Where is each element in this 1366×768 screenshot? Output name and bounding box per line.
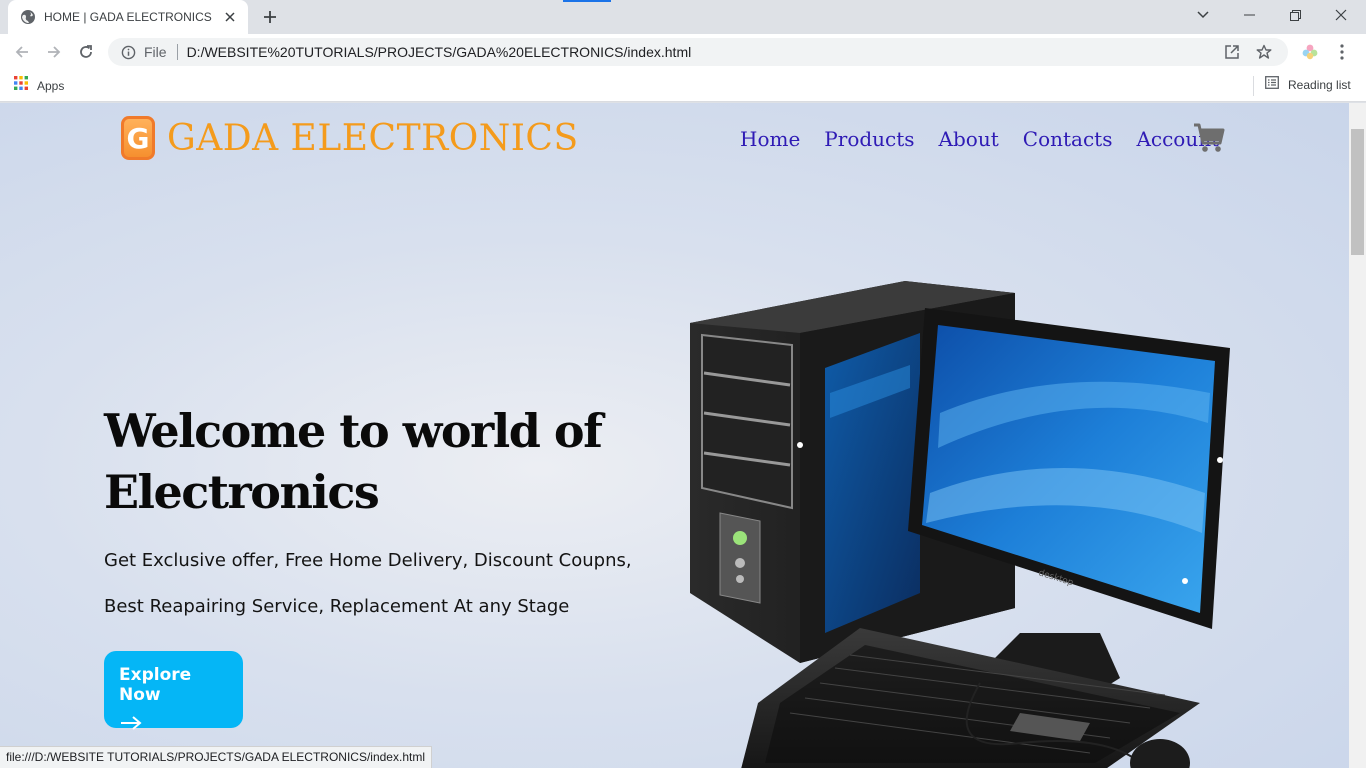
nav-contacts[interactable]: Contacts (1023, 127, 1113, 151)
restore-button[interactable] (1272, 0, 1318, 30)
desktop-computer-illustration: desktop (690, 281, 1230, 768)
tab-loading-indicator (563, 0, 611, 2)
site-logo[interactable]: G GADA ELECTRONICS (121, 116, 579, 160)
apps-shortcut[interactable]: Apps (14, 76, 64, 95)
bookmark-star-icon[interactable] (1252, 40, 1276, 64)
page-viewport: G GADA ELECTRONICS Home Products About C… (0, 103, 1349, 768)
url-scheme-label: File (144, 44, 167, 60)
globe-icon (20, 9, 36, 25)
tab-search-button[interactable] (1180, 0, 1226, 30)
apps-grid-icon (14, 76, 28, 95)
reading-list-icon (1265, 76, 1279, 94)
close-window-button[interactable] (1318, 0, 1364, 30)
reading-list-button[interactable]: Reading list (1265, 76, 1351, 94)
nav-products[interactable]: Products (824, 127, 914, 151)
nav-home[interactable]: Home (740, 127, 800, 151)
bookmarks-divider (1253, 76, 1254, 96)
omnibox-divider (176, 44, 178, 60)
nav-about[interactable]: About (939, 127, 999, 151)
share-icon[interactable] (1220, 40, 1244, 64)
tab-title: HOME | GADA ELECTRONICS (44, 10, 212, 24)
new-tab-button[interactable] (258, 5, 282, 29)
info-icon[interactable] (120, 44, 136, 60)
minimize-button[interactable] (1226, 0, 1272, 30)
forward-button[interactable] (40, 38, 68, 66)
hero-subtitle: Get Exclusive offer, Free Home Delivery,… (104, 550, 632, 617)
tab-strip: HOME | GADA ELECTRONICS (0, 0, 1366, 34)
browser-menu-icon[interactable] (1328, 38, 1356, 66)
apps-label: Apps (37, 78, 65, 93)
browser-toolbar: File D:/WEBSITE%20TUTORIALS/PROJECTS/GAD… (0, 34, 1366, 70)
brand-name: GADA ELECTRONICS (167, 117, 579, 159)
profile-avatar[interactable] (1296, 38, 1324, 66)
hero-title: Welcome to world of Electronics (104, 404, 603, 519)
explore-now-button[interactable]: Explore Now (104, 651, 243, 730)
explore-now-label: Explore Now (119, 665, 192, 705)
logo-mark: G (121, 116, 155, 160)
reading-list-label: Reading list (1288, 78, 1351, 92)
bookmarks-bar: Apps Reading list (0, 70, 1366, 102)
scrollbar-thumb[interactable] (1351, 129, 1364, 255)
shopping-cart-icon[interactable] (1192, 121, 1226, 155)
reload-button[interactable] (72, 38, 100, 66)
close-tab-icon[interactable] (222, 9, 238, 25)
arrow-right-icon (119, 715, 228, 736)
browser-tab[interactable]: HOME | GADA ELECTRONICS (8, 0, 248, 34)
status-bar-url: file:///D:/WEBSITE TUTORIALS/PROJECTS/GA… (0, 746, 432, 768)
back-button[interactable] (8, 38, 36, 66)
main-nav: Home Products About Contacts Account (740, 127, 1243, 151)
page-scrollbar[interactable] (1349, 103, 1366, 768)
address-bar[interactable]: File D:/WEBSITE%20TUTORIALS/PROJECTS/GAD… (108, 38, 1288, 66)
url-text[interactable]: D:/WEBSITE%20TUTORIALS/PROJECTS/GADA%20E… (187, 44, 1212, 60)
